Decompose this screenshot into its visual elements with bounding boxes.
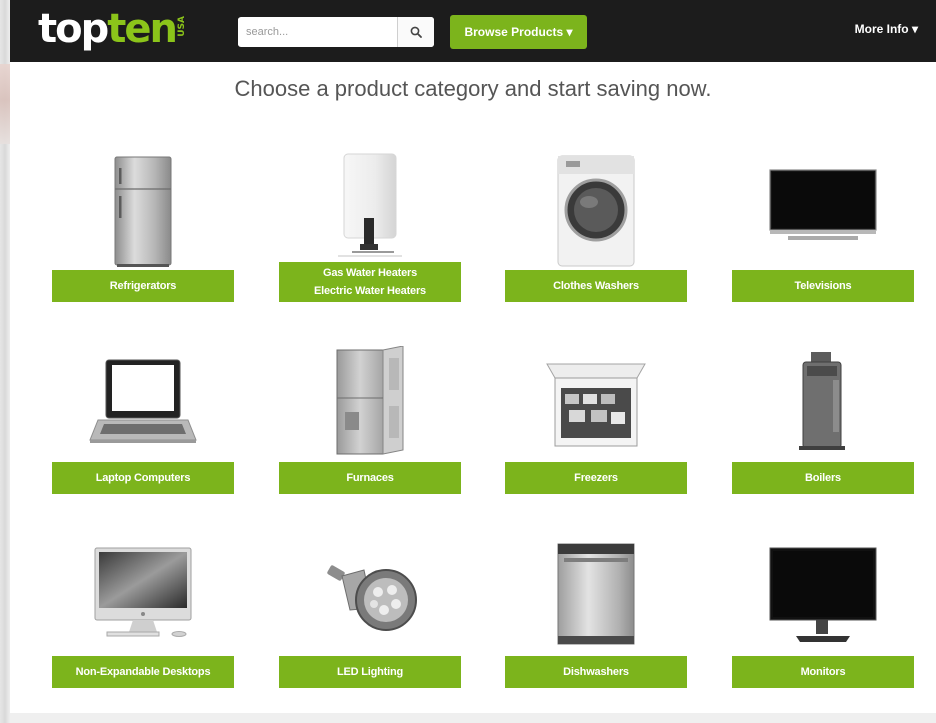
television-icon [769, 169, 877, 240]
category-button-dishwashers[interactable]: Dishwashers [505, 656, 687, 688]
category-button-non-expandable-desktops[interactable]: Non-Expandable Desktops [52, 656, 234, 688]
laptop-icon [89, 359, 197, 443]
page-bottom-bar [10, 713, 936, 723]
category-label: Televisions [794, 279, 852, 292]
category-button-furnaces[interactable]: Furnaces [279, 462, 461, 494]
category-button-refrigerators[interactable]: Refrigerators [52, 270, 234, 302]
washer-image[interactable] [501, 146, 691, 268]
refrigerator-image[interactable] [48, 148, 238, 268]
dishwasher-image[interactable] [501, 540, 691, 646]
category-button-clothes-washers[interactable]: Clothes Washers [505, 270, 687, 302]
water-heater-icon [338, 153, 402, 257]
category-label: Monitors [800, 665, 846, 678]
desktop-image[interactable] [48, 544, 238, 640]
desktop-icon [94, 547, 192, 637]
washer-icon [557, 155, 635, 267]
category-button-freezers[interactable]: Freezers [505, 462, 687, 494]
freezer-image[interactable] [501, 352, 691, 450]
category-label: Non-Expandable Desktops [75, 665, 211, 678]
television-image[interactable] [728, 164, 918, 244]
page: toptenUSA Browse Products ▾ More Info ▾ … [10, 0, 936, 723]
water-heater-image[interactable] [275, 148, 465, 258]
category-button-televisions[interactable]: Televisions [732, 270, 914, 302]
category-label: LED Lighting [336, 665, 404, 678]
category-label: Furnaces [346, 471, 394, 484]
category-button-water-heaters[interactable]: Gas Water Heaters Electric Water Heaters [279, 262, 461, 302]
category-label: Clothes Washers [553, 279, 639, 292]
category-label: Boilers [805, 471, 841, 484]
category-grid: Refrigerators Gas Water Heaters Electric… [10, 0, 936, 723]
category-button-boilers[interactable]: Boilers [732, 462, 914, 494]
furnace-image[interactable] [275, 344, 465, 456]
boiler-image[interactable] [728, 348, 918, 452]
monitor-image[interactable] [728, 544, 918, 644]
category-label: Freezers [574, 471, 618, 484]
category-button-laptop-computers[interactable]: Laptop Computers [52, 462, 234, 494]
page-edge-mark [0, 64, 10, 144]
category-label: Laptop Computers [95, 471, 191, 484]
led-bulb-icon [327, 565, 417, 631]
category-label: Refrigerators [109, 279, 177, 292]
led-bulb-image[interactable] [275, 548, 465, 640]
category-button-monitors[interactable]: Monitors [732, 656, 914, 688]
category-button-led-lighting[interactable]: LED Lighting [279, 656, 461, 688]
monitor-icon [769, 547, 877, 642]
freezer-icon [546, 363, 646, 447]
boiler-icon [799, 352, 845, 450]
refrigerator-icon [114, 156, 172, 267]
dishwasher-icon [557, 543, 635, 645]
category-label: Dishwashers [563, 665, 629, 678]
category-label: Gas Water Heaters [322, 267, 417, 279]
category-label-secondary: Electric Water Heaters [314, 285, 426, 297]
furnace-icon [336, 346, 404, 455]
laptop-image[interactable] [48, 350, 238, 446]
